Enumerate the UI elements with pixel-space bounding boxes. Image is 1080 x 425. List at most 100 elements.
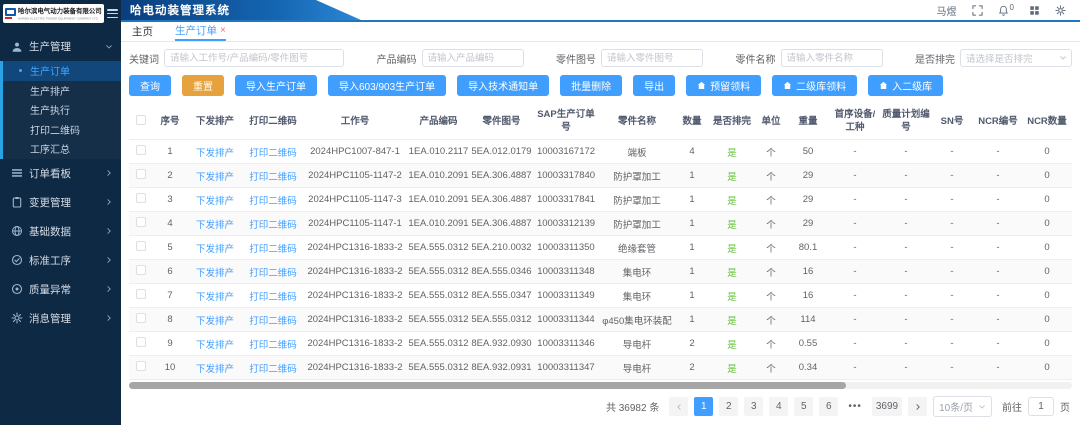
print-qrcode-link[interactable]: 打印二维码 xyxy=(249,292,297,303)
issue-scheduling-link[interactable]: 下发排产 xyxy=(196,172,234,183)
filter-input-part-name[interactable] xyxy=(781,49,883,67)
page-button-4[interactable]: 4 xyxy=(769,397,788,416)
cell-first_equip: - xyxy=(829,140,881,164)
issue-scheduling-link[interactable]: 下发排产 xyxy=(196,148,234,159)
sidebar-item-production-order[interactable]: 生产订单 xyxy=(3,61,121,81)
page-button-6[interactable]: 6 xyxy=(819,397,838,416)
page-ellipsis[interactable]: ••• xyxy=(844,397,866,416)
warehouse-icon xyxy=(783,81,792,90)
sidebar-group-quality-exception[interactable]: 质量异常 xyxy=(0,275,121,304)
tab-production-order[interactable]: 生产订单 × xyxy=(175,22,226,41)
issue-scheduling-link[interactable]: 下发排产 xyxy=(196,292,234,303)
next-page-button[interactable] xyxy=(908,397,927,416)
sidebar-group-standard-process[interactable]: 标准工序 xyxy=(0,246,121,275)
reserve-material-button[interactable]: 预留领料 xyxy=(686,75,761,96)
import-tech-notice-button[interactable]: 导入技术通知单 xyxy=(457,75,549,96)
grid-icon[interactable] xyxy=(1029,5,1040,16)
tab-home[interactable]: 主页 xyxy=(132,22,153,41)
issue-scheduling-link[interactable]: 下发排产 xyxy=(196,268,234,279)
row-checkbox[interactable] xyxy=(136,313,146,323)
issue-scheduling-link[interactable]: 下发排产 xyxy=(196,340,234,351)
into-secondary-warehouse-button[interactable]: 入二级库 xyxy=(868,75,943,96)
page-button-3699[interactable]: 3699 xyxy=(872,397,902,416)
import-production-order-button[interactable]: 导入生产订单 xyxy=(235,75,317,96)
print-qrcode-link[interactable]: 打印二维码 xyxy=(249,316,297,327)
page-button-3[interactable]: 3 xyxy=(744,397,763,416)
scheduled-flag: 是 xyxy=(727,196,737,207)
print-qrcode-link[interactable]: 打印二维码 xyxy=(249,340,297,351)
cell-issue: 下发排产 xyxy=(187,308,243,332)
sidebar-item-production-scheduling[interactable]: 生产排产 xyxy=(3,81,121,101)
print-qrcode-link[interactable]: 打印二维码 xyxy=(249,364,297,375)
cell-seq: 2 xyxy=(153,164,187,188)
cell-seq: 6 xyxy=(153,260,187,284)
query-button[interactable]: 查询 xyxy=(129,75,171,96)
notification-bell[interactable]: 0 xyxy=(998,5,1014,16)
checkbox-cell xyxy=(129,212,153,236)
checkbox-cell xyxy=(129,356,153,380)
reset-button[interactable]: 重置 xyxy=(182,75,224,96)
sidebar-group-message-management[interactable]: 消息管理 xyxy=(0,304,121,333)
row-checkbox[interactable] xyxy=(136,241,146,251)
row-checkbox[interactable] xyxy=(136,217,146,227)
button-label: 导入603/903生产订单 xyxy=(339,78,435,93)
row-checkbox[interactable] xyxy=(136,289,146,299)
row-checkbox[interactable] xyxy=(136,265,146,275)
filter-input-product-code[interactable] xyxy=(422,49,524,67)
print-qrcode-link[interactable]: 打印二维码 xyxy=(249,148,297,159)
cell-part_name: 防护罩加工 xyxy=(599,164,675,188)
row-checkbox[interactable] xyxy=(136,169,146,179)
row-checkbox[interactable] xyxy=(136,193,146,203)
page-size-select[interactable]: 10条/页 xyxy=(933,396,992,417)
sidebar-item-print-qrcode[interactable]: 打印二维码 xyxy=(3,120,121,140)
filter-select-schedule-status[interactable]: 请选择是否排完 xyxy=(960,49,1072,67)
select-all-checkbox[interactable] xyxy=(136,115,146,125)
print-qrcode-link[interactable]: 打印二维码 xyxy=(249,244,297,255)
print-qrcode-link[interactable]: 打印二维码 xyxy=(249,268,297,279)
cell-part_no: 8EA.555.0346 xyxy=(470,260,533,284)
sidebar-item-production-execution[interactable]: 生产执行 xyxy=(3,100,121,120)
sidebar-collapse-icon[interactable] xyxy=(107,9,118,18)
top-right-actions: 马煜 0 xyxy=(937,3,1080,18)
close-icon[interactable]: × xyxy=(220,26,226,36)
fullscreen-icon[interactable] xyxy=(972,5,983,16)
clipboard-icon xyxy=(11,196,23,208)
filter-input-part-drawing-no[interactable] xyxy=(601,49,703,67)
cell-ncr_no: - xyxy=(973,188,1023,212)
page-button-1[interactable]: 1 xyxy=(694,397,713,416)
batch-delete-button[interactable]: 批量删除 xyxy=(560,75,622,96)
page-button-2[interactable]: 2 xyxy=(719,397,738,416)
export-button[interactable]: 导出 xyxy=(633,75,675,96)
gear-icon[interactable] xyxy=(1055,5,1066,16)
row-checkbox[interactable] xyxy=(136,145,146,155)
import-603-903-order-button[interactable]: 导入603/903生产订单 xyxy=(328,75,446,96)
prev-page-button[interactable] xyxy=(669,397,688,416)
sidebar-group-basic-data[interactable]: 基础数据 xyxy=(0,217,121,246)
issue-scheduling-link[interactable]: 下发排产 xyxy=(196,244,234,255)
cell-scheduled: 是 xyxy=(709,164,755,188)
print-qrcode-link[interactable]: 打印二维码 xyxy=(249,220,297,231)
row-checkbox[interactable] xyxy=(136,337,146,347)
sidebar-group-change-management[interactable]: 变更管理 xyxy=(0,188,121,217)
sidebar-item-process-summary[interactable]: 工序汇总 xyxy=(3,139,121,159)
issue-scheduling-link[interactable]: 下发排产 xyxy=(196,316,234,327)
print-qrcode-link[interactable]: 打印二维码 xyxy=(249,196,297,207)
page-button-5[interactable]: 5 xyxy=(794,397,813,416)
issue-scheduling-link[interactable]: 下发排产 xyxy=(196,220,234,231)
cell-scheduled: 是 xyxy=(709,212,755,236)
button-label: 导入技术通知单 xyxy=(468,78,538,93)
issue-scheduling-link[interactable]: 下发排产 xyxy=(196,364,234,375)
issue-scheduling-link[interactable]: 下发排产 xyxy=(196,196,234,207)
filter-input-keyword[interactable] xyxy=(164,49,344,67)
username[interactable]: 马煜 xyxy=(937,3,957,18)
goto-page-input[interactable] xyxy=(1028,397,1054,416)
cell-part_name: 导电杆 xyxy=(599,356,675,380)
cell-scheduled: 是 xyxy=(709,356,755,380)
cell-issue: 下发排产 xyxy=(187,188,243,212)
scrollbar-thumb[interactable] xyxy=(129,382,846,389)
row-checkbox[interactable] xyxy=(136,361,146,371)
secondary-warehouse-material-button[interactable]: 二级库领料 xyxy=(772,75,857,96)
sidebar-group-production-management[interactable]: 生产管理 xyxy=(0,32,121,61)
sidebar-group-order-board[interactable]: 订单看板 xyxy=(0,159,121,188)
print-qrcode-link[interactable]: 打印二维码 xyxy=(249,172,297,183)
